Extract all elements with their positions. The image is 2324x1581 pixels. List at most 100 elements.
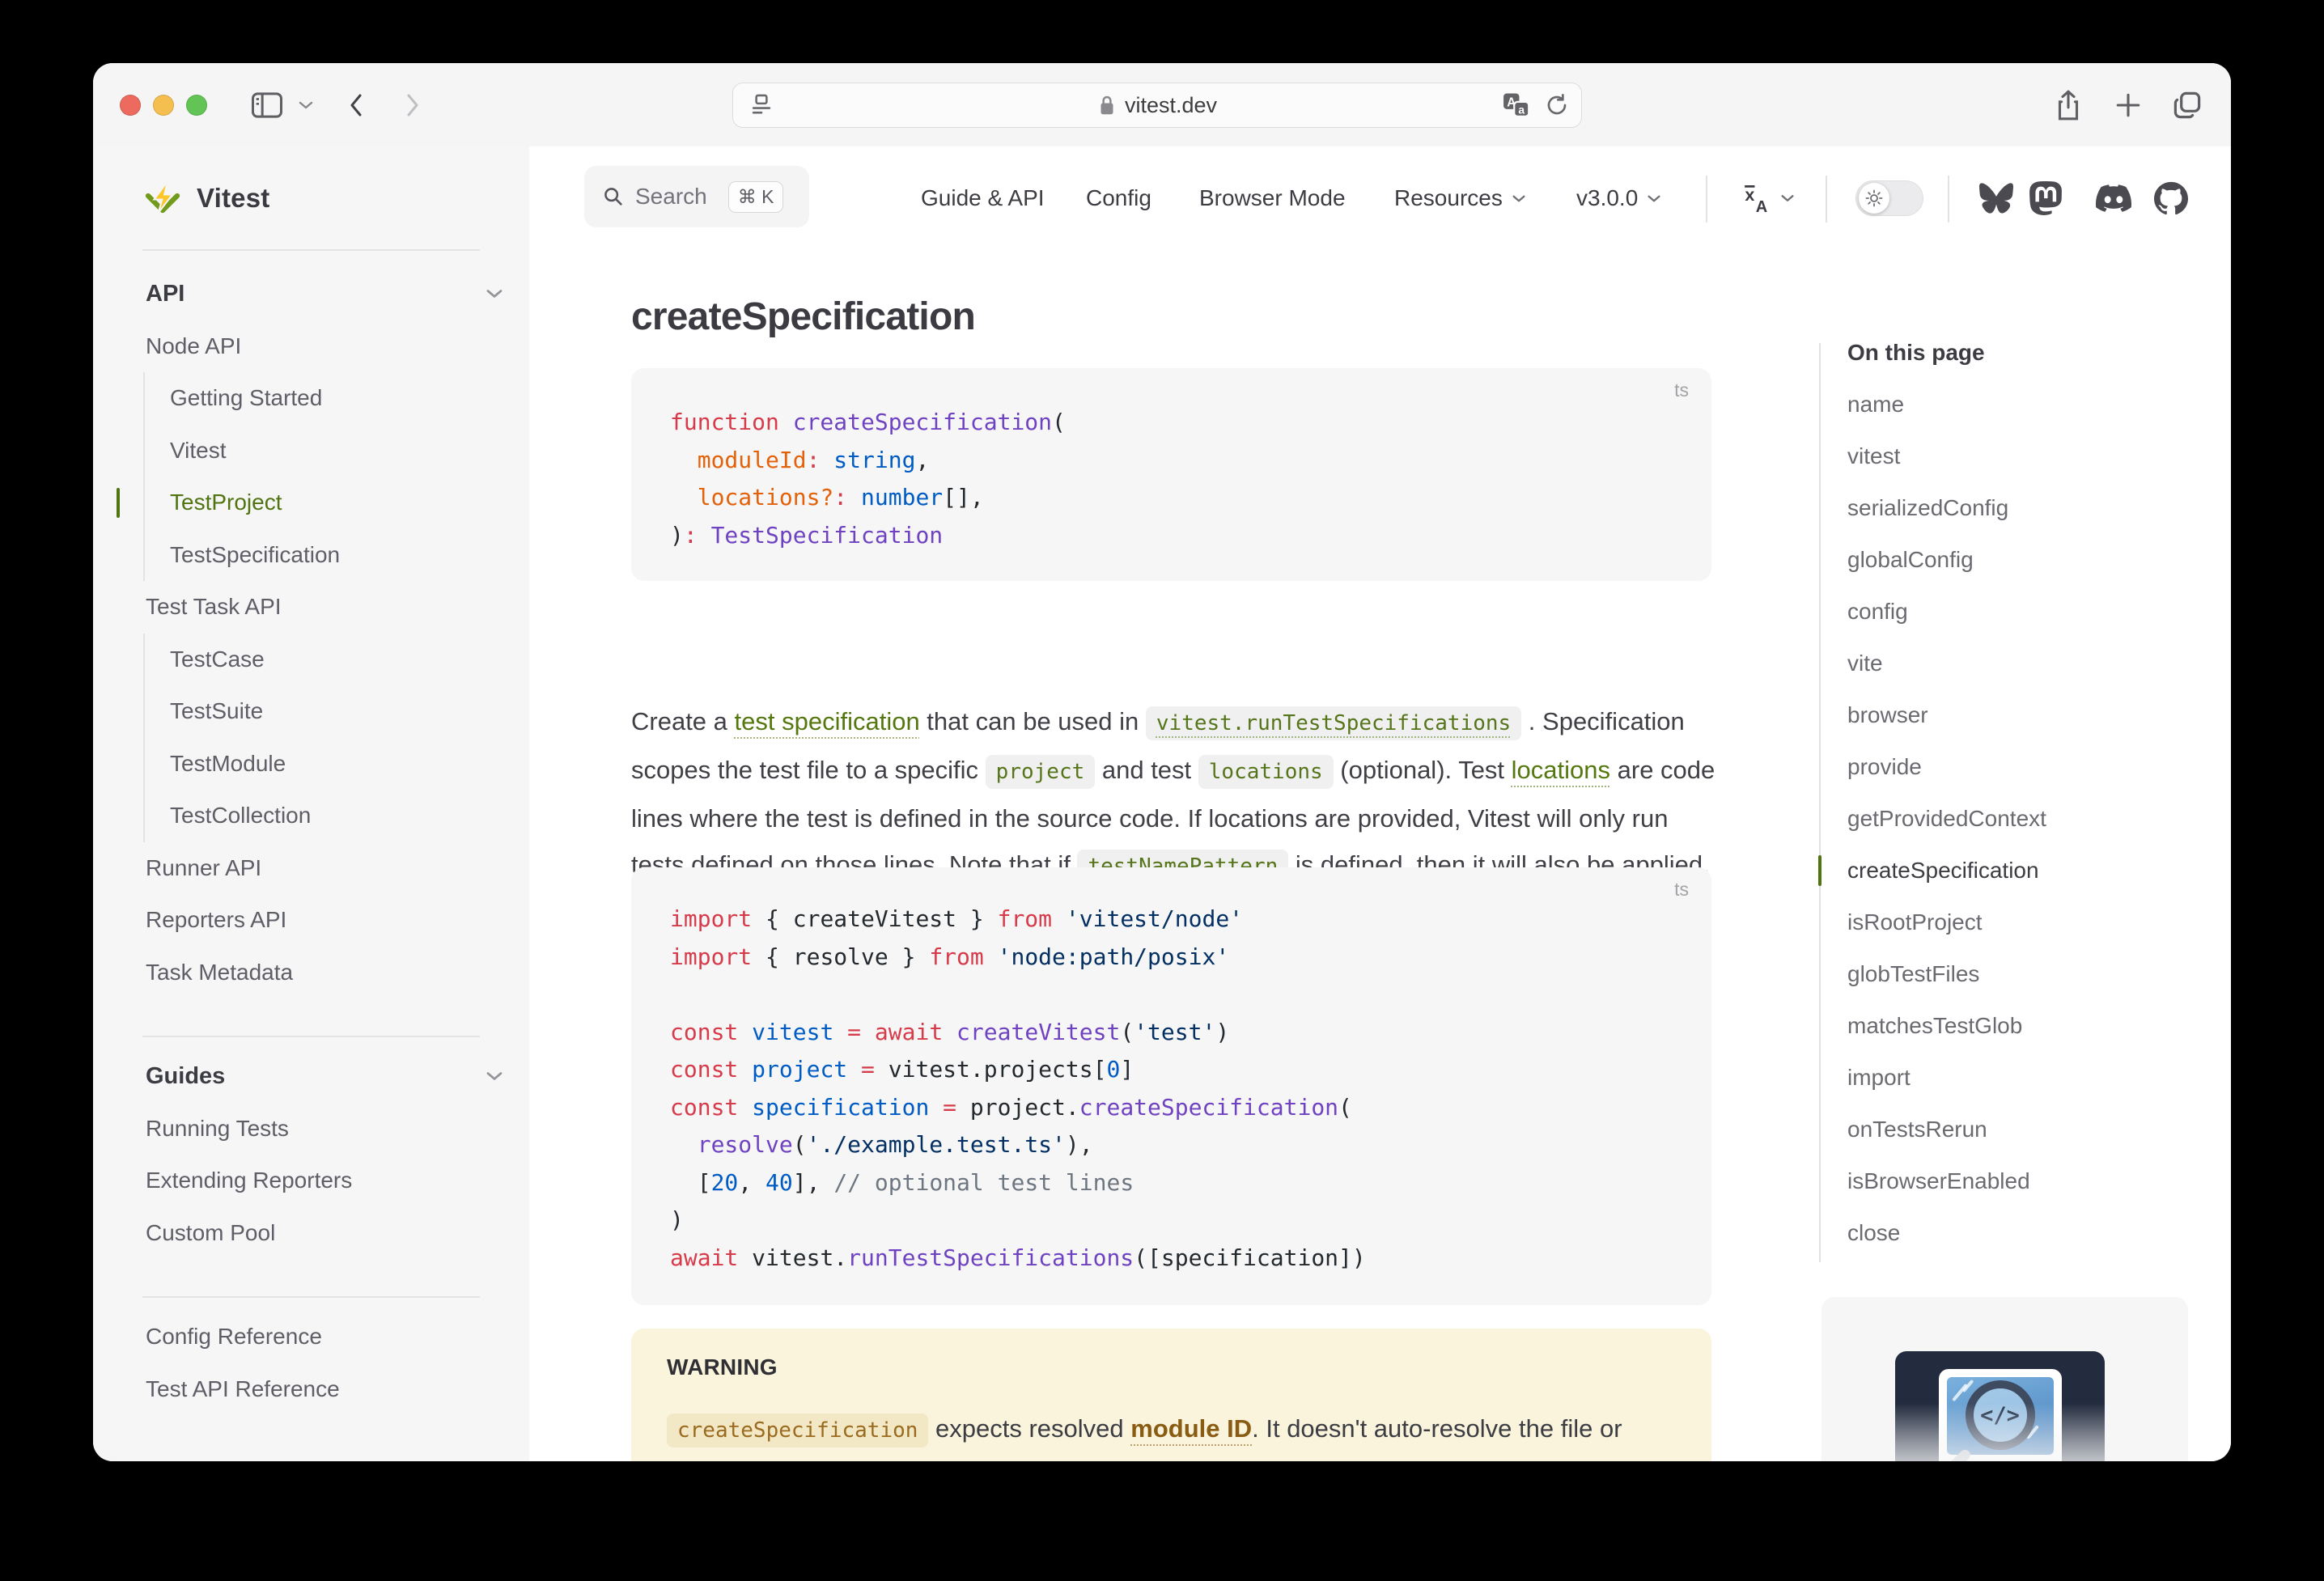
discord-link[interactable] — [2096, 146, 2131, 250]
illustration-fade — [1895, 1351, 2105, 1461]
chevron-down-icon — [297, 100, 315, 111]
bluesky-link[interactable] — [1979, 146, 2013, 250]
sidebar-divider — [142, 1296, 480, 1298]
sidebar-item-task-metadata[interactable]: Task Metadata — [93, 947, 529, 999]
theme-toggle[interactable] — [1855, 180, 1923, 216]
inline-code: createSpecification — [667, 1414, 928, 1447]
share-button[interactable] — [2047, 63, 2089, 146]
code-language-badge: ts — [1674, 379, 1689, 401]
traffic-light-zoom[interactable] — [186, 95, 207, 116]
toc-item-config[interactable]: config — [1847, 586, 2203, 638]
sidebar-toggle-button[interactable] — [249, 63, 285, 146]
code-search-illustration: </> — [1895, 1351, 2105, 1461]
tab-group-chevron-button[interactable] — [295, 63, 316, 146]
toc-item-getprovidedcontext[interactable]: getProvidedContext — [1847, 793, 2203, 845]
link-test-specification[interactable]: test specification — [735, 707, 920, 735]
sidebar-item-label: Node API — [146, 333, 241, 359]
top-navbar: Search ⌘ K Guide & API Config Browser Mode… — [529, 146, 2231, 250]
nav-link-config[interactable]: Config — [1086, 146, 1151, 250]
toc-item-import[interactable]: import — [1847, 1052, 2203, 1104]
sidebar-item-label: Task Metadata — [146, 960, 293, 985]
browser-window: vitest.dev A a — [93, 63, 2231, 1461]
sidebar-item-runner-api[interactable]: Runner API — [93, 842, 529, 895]
sidebar-section-api[interactable]: API — [93, 268, 529, 320]
code-line: locations?: number[], — [670, 479, 1673, 517]
new-tab-button[interactable] — [2107, 63, 2149, 146]
sidebar-item-test-api-reference[interactable]: Test API Reference — [93, 1363, 529, 1416]
sidebar-section-guides[interactable]: Guides — [93, 1050, 529, 1103]
nav-link-label: Resources — [1394, 185, 1503, 211]
sidebar-item-testmodule[interactable]: TestModule — [145, 738, 529, 790]
nav-link-v3-0-0[interactable]: v3.0.0 — [1576, 146, 1662, 250]
sidebar-item-extending-reporters[interactable]: Extending Reporters — [93, 1155, 529, 1207]
sidebar-item-getting-started[interactable]: Getting Started — [145, 372, 529, 425]
translate-page-icon: A a — [1502, 91, 1531, 119]
github-icon — [2154, 181, 2188, 215]
code-link-vitest-runtestspecifications[interactable]: vitest.runTestSpecifications — [1146, 706, 1521, 740]
tab-overview-button[interactable] — [2165, 63, 2210, 146]
sidebar-item-label: Config Reference — [146, 1324, 322, 1350]
reader-view-button[interactable] — [748, 91, 775, 119]
sidebar-item-reporters-api[interactable]: Reporters API — [93, 894, 529, 947]
search-button[interactable]: Search ⌘ K — [584, 166, 809, 227]
toc-item-vite[interactable]: vite — [1847, 638, 2203, 689]
sidebar-item-config-reference[interactable]: Config Reference — [93, 1311, 529, 1363]
nav-link-browser-mode[interactable]: Browser Mode — [1199, 146, 1346, 250]
svg-text:x: x — [1745, 185, 1754, 205]
page-title: createSpecification — [631, 295, 975, 339]
sidebar-item-test-task-api[interactable]: Test Task API — [93, 581, 529, 634]
description-paragraph: Create a test specification that can be … — [631, 698, 1720, 890]
reload-button[interactable] — [1544, 92, 1570, 118]
vitest-logo[interactable]: Vitest — [143, 179, 269, 218]
code-block-example[interactable]: ts import { createVitest } from 'vitest/… — [631, 867, 1711, 1305]
link-locations[interactable]: locations — [1512, 756, 1610, 784]
sidebar-item-testcase[interactable]: TestCase — [145, 634, 529, 686]
address-bar[interactable]: vitest.dev A a — [732, 83, 1582, 128]
mastodon-link[interactable] — [2029, 146, 2063, 250]
sidebar-item-testsuite[interactable]: TestSuite — [145, 685, 529, 738]
toc-item-close[interactable]: close — [1847, 1207, 2203, 1259]
traffic-light-minimize[interactable] — [153, 95, 174, 116]
forward-button[interactable] — [397, 63, 429, 146]
toc-item-globtestfiles[interactable]: globTestFiles — [1847, 948, 2203, 1000]
code-block-signature[interactable]: ts function createSpecification( moduleI… — [631, 368, 1711, 581]
chevron-down-icon — [1646, 193, 1662, 204]
sidebar-item-testproject[interactable]: TestProject — [145, 477, 529, 529]
sidebar-item-testcollection[interactable]: TestCollection — [145, 790, 529, 842]
translate-page-button[interactable]: A a — [1502, 91, 1531, 119]
link-module-id[interactable]: module ID — [1130, 1414, 1252, 1443]
sidebar-item-testspecification[interactable]: TestSpecification — [145, 529, 529, 582]
toc-item-createspecification[interactable]: createSpecification — [1847, 845, 2203, 896]
github-link[interactable] — [2154, 146, 2188, 250]
toc-item-matchestestglob[interactable]: matchesTestGlob — [1847, 1000, 2203, 1052]
nav-link-label: Guide & API — [921, 185, 1045, 211]
nav-divider — [1706, 176, 1707, 223]
toc-item-globalconfig[interactable]: globalConfig — [1847, 534, 2203, 586]
nav-link-resources[interactable]: Resources — [1394, 146, 1527, 250]
back-button[interactable] — [340, 63, 372, 146]
toc-item-name[interactable]: name — [1847, 379, 2203, 430]
language-menu-button[interactable]: x A — [1740, 146, 1796, 250]
sidebar-item-custom-pool[interactable]: Custom Pool — [93, 1207, 529, 1260]
sidebar-item-running-tests[interactable]: Running Tests — [93, 1103, 529, 1155]
toc-item-ontestsrerun[interactable]: onTestsRerun — [1847, 1104, 2203, 1155]
nav-link-guide-api[interactable]: Guide & API — [921, 146, 1045, 250]
share-icon — [2055, 88, 2082, 122]
toc-item-vitest[interactable]: vitest — [1847, 430, 2203, 482]
toc-item-serializedconfig[interactable]: serializedConfig — [1847, 482, 2203, 534]
mastodon-icon — [2029, 181, 2063, 215]
sidebar-item-node-api[interactable]: Node API — [93, 320, 529, 373]
traffic-light-close[interactable] — [120, 95, 141, 116]
svg-text:a: a — [1518, 103, 1525, 116]
vitest-logo-icon — [143, 179, 182, 218]
sidebar-item-label: Reporters API — [146, 907, 286, 933]
toc-item-isbrowserenabled[interactable]: isBrowserEnabled — [1847, 1155, 2203, 1207]
sidebar-item-vitest[interactable]: Vitest — [145, 425, 529, 477]
code-line: resolve('./example.test.ts'), — [670, 1126, 1673, 1164]
theme-toggle-knob — [1859, 183, 1889, 214]
toc-item-browser[interactable]: browser — [1847, 689, 2203, 741]
toc-item-isrootproject[interactable]: isRootProject — [1847, 896, 2203, 948]
sponsor-card[interactable]: </> — [1821, 1297, 2188, 1461]
code-line: const project = vitest.projects[0] — [670, 1051, 1673, 1089]
toc-item-provide[interactable]: provide — [1847, 741, 2203, 793]
